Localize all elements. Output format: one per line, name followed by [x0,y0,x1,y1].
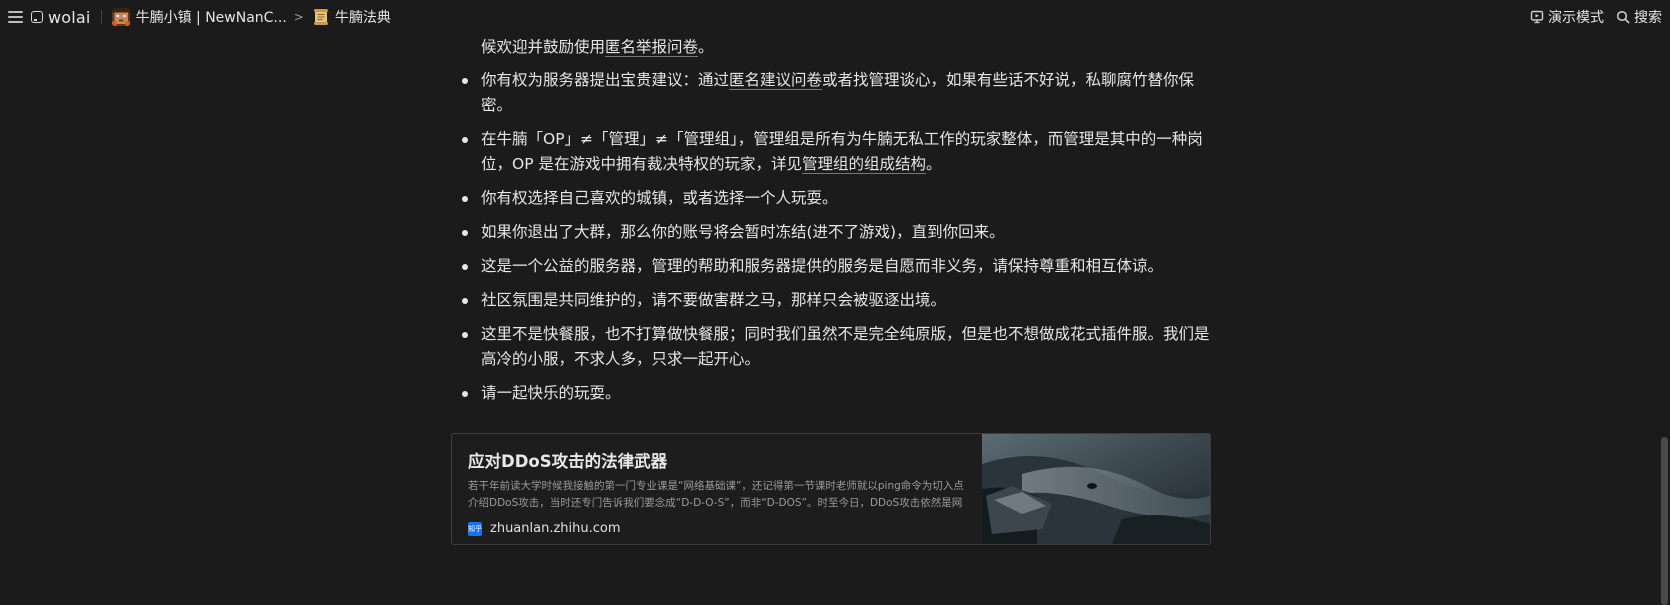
scrollbar-thumb[interactable] [1661,437,1668,605]
document-body: 候欢迎并鼓励使用匿名举报问卷。 你有权为服务器提出宝贵建议：通过匿名建议问卷或者… [433,34,1216,415]
paragraph-fragment: 候欢迎并鼓励使用匿名举报问卷。 [433,35,1216,59]
scrollbar[interactable] [1660,34,1670,605]
minecraft-avatar-icon [111,8,130,26]
text: 你有权为服务器提出宝贵建议：通过 [481,71,730,89]
search-label: 搜索 [1634,10,1662,26]
present-mode-label: 演示模式 [1548,10,1604,26]
divider [100,10,102,24]
scroll-icon [313,9,328,25]
wolai-logo-icon [31,11,43,23]
list-item: 在牛腩「OP」≠「管理」≠「管理组」，管理组是所有为牛腩无私工作的玩家整体，而管… [433,127,1216,177]
brand-name: wolai [48,7,91,27]
list-item: 社区氛围是共同维护的，请不要做害群之马，那样只会被驱逐出境。 [433,288,1216,313]
list-item: 这里不是快餐服，也不打算做快餐服；同时我们虽然不是完全纯原版，但是也不想做成花式… [433,322,1216,372]
list-item: 这是一个公益的服务器，管理的帮助和服务器提供的服务是自愿而非义务，请保持尊重和相… [433,254,1216,279]
admin-structure-link[interactable]: 管理组的组成结构 [801,155,926,174]
zhihu-icon: 知乎 [468,521,482,536]
card-source-host: zhuanlan.zhihu.com [490,521,621,536]
chevron-right-icon: > [293,10,304,24]
breadcrumb-item-page[interactable]: 牛腩法典 [312,7,391,27]
anonymous-report-link[interactable]: 匿名举报问卷 [605,38,699,57]
top-bar: wolai 牛腩小镇 | NewNanC... > 牛腩法典 演示模式 搜索 [0,0,1670,34]
search-icon [1616,10,1630,24]
breadcrumb-label: 牛腩法典 [334,10,391,26]
list-item: 如果你退出了大群，那么你的账号将会暂时冻结(进不了游戏)，直到你回来。 [433,220,1216,245]
bullet-list: 你有权为服务器提出宝贵建议：通过匿名建议问卷或者找管理谈心，如果有些话不好说，私… [433,68,1216,406]
list-item: 你有权为服务器提出宝贵建议：通过匿名建议问卷或者找管理谈心，如果有些话不好说，私… [433,68,1216,118]
text: 候欢迎并鼓励使用 [481,38,606,56]
anonymous-suggestion-link[interactable]: 匿名建议问卷 [729,71,823,90]
card-thumbnail-image [982,434,1210,544]
search-button[interactable]: 搜索 [1616,7,1662,27]
brand-link[interactable]: wolai [31,8,91,27]
link-preview-card[interactable]: 应对DDoS攻击的法律武器 若干年前读大学时候我接触的第一门专业课是“网络基础课… [451,433,1211,545]
card-body: 应对DDoS攻击的法律武器 若干年前读大学时候我接触的第一门专业课是“网络基础课… [452,434,982,544]
menu-icon[interactable] [8,11,23,23]
text: 。 [926,155,942,173]
breadcrumb-item-workspace[interactable]: 牛腩小镇 | NewNanC... [111,7,287,27]
present-mode-button[interactable]: 演示模式 [1530,7,1604,27]
present-icon [1530,10,1544,24]
card-description: 若干年前读大学时候我接触的第一门专业课是“网络基础课”，还记得第一节课时老师就以… [468,480,964,509]
list-item: 请一起快乐的玩耍。 [433,381,1216,406]
text: 。 [698,38,714,56]
card-title: 应对DDoS攻击的法律武器 [468,452,668,471]
breadcrumb-label: 牛腩小镇 | NewNanC... [135,10,287,26]
list-item: 你有权选择自己喜欢的城镇，或者选择一个人玩耍。 [433,186,1216,211]
card-source: 知乎 zhuanlan.zhihu.com [468,521,968,536]
